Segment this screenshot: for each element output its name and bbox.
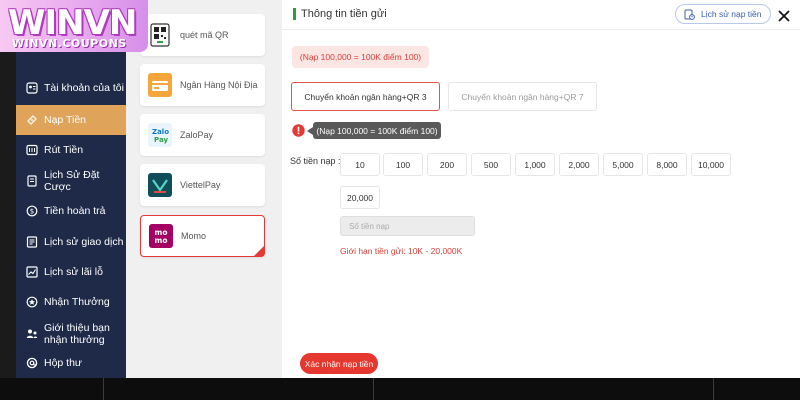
warning-icon: [292, 124, 305, 137]
amount-option[interactable]: 5,000: [603, 153, 643, 176]
panel-header: Thông tin tiền gửi Lịch sử nạp tiền: [282, 0, 800, 30]
bottom-strip: [0, 378, 800, 400]
deposit-history-button[interactable]: Lịch sử nạp tiền: [675, 4, 771, 24]
transaction-history-icon: [26, 236, 38, 248]
profit-loss-icon: [26, 266, 38, 278]
amount-option[interactable]: 20,000: [340, 186, 380, 209]
page-title: Thông tin tiền gửi: [301, 8, 387, 20]
amount-option[interactable]: 200: [427, 153, 467, 176]
sidebar-item-refund[interactable]: $ Tiền hoàn trả: [16, 201, 126, 221]
deposit-icon: [26, 114, 38, 126]
sidebar-item-label: Lịch sử giao dịch: [44, 236, 124, 248]
history-icon: [684, 9, 695, 20]
confirm-deposit-button[interactable]: Xác nhận nạp tiền: [300, 353, 378, 374]
amount-option[interactable]: 100: [383, 153, 423, 176]
logo-subtext: WINVN.COUPONS: [12, 37, 127, 50]
sidebar-item-profit-loss[interactable]: Lịch sử lãi lỗ: [16, 262, 126, 282]
method-domestic-bank[interactable]: Ngân Hàng Nội Địa: [140, 64, 265, 106]
bank-option-qr3[interactable]: Chuyển khoản ngân hàng+QR 3: [291, 82, 440, 111]
sidebar-item-label: Lịch Sử Đặt Cược: [44, 169, 100, 193]
sidebar-item-label: Tài khoản của tôi: [44, 82, 124, 94]
sidebar-item-deposit[interactable]: Nạp Tiền: [16, 105, 126, 135]
rate-tooltip: (Nạp 100,000 = 100K điểm 100): [307, 122, 441, 139]
payment-methods: quét mã QR Ngân Hàng Nội Địa Zalo Pay Zal…: [126, 0, 282, 378]
referral-icon: [26, 328, 38, 340]
rate-note: (Nạp 100,000 = 100K điểm 100): [292, 46, 429, 68]
amount-option[interactable]: 10,000: [691, 153, 731, 176]
amount-option[interactable]: 1,000: [515, 153, 555, 176]
zalopay-icon: Zalo Pay: [148, 123, 172, 147]
amount-option[interactable]: 10: [340, 153, 380, 176]
amount-option[interactable]: 2,000: [559, 153, 599, 176]
sidebar-item-label: Nhận Thưởng: [44, 296, 110, 308]
svg-text:$: $: [30, 208, 34, 216]
history-button-label: Lịch sử nạp tiền: [701, 9, 762, 19]
qr-icon: [148, 23, 172, 47]
sidebar-item-label: Lịch sử lãi lỗ: [44, 266, 103, 278]
deposit-panel: Thông tin tiền gửi Lịch sử nạp tiền (Nạp…: [282, 0, 800, 378]
sidebar-nav: Tài khoản của tôi Nạp Tiền Rút Tiền Lịch…: [16, 52, 126, 378]
method-qr[interactable]: quét mã QR: [140, 14, 265, 56]
sidebar-item-label: Nạp Tiền: [44, 114, 87, 126]
bet-history-icon: [26, 175, 38, 187]
withdraw-icon: [26, 144, 38, 156]
method-label: quét mã QR: [180, 30, 229, 40]
bank-icon: [148, 73, 172, 97]
amount-option[interactable]: 500: [471, 153, 511, 176]
sidebar-item-label: Hộp thư: [44, 357, 82, 369]
sidebar-item-label: Rút Tiền: [44, 144, 84, 156]
sidebar-item-reward[interactable]: Nhận Thưởng: [16, 292, 126, 312]
svg-text:mo: mo: [155, 236, 168, 245]
method-zalopay[interactable]: Zalo Pay ZaloPay: [140, 114, 265, 156]
viettelpay-icon: [148, 173, 172, 197]
svg-text:Pay: Pay: [154, 136, 168, 144]
close-icon[interactable]: [776, 8, 792, 24]
title-accent: [293, 8, 296, 20]
sidebar-item-mailbox[interactable]: Hộp thư: [16, 353, 126, 373]
sidebar-item-account[interactable]: Tài khoản của tôi: [16, 78, 126, 98]
sidebar-item-transaction-history[interactable]: Lịch sử giao dịch: [16, 232, 126, 252]
site-logo[interactable]: WINVN WINVN.COUPONS: [0, 0, 148, 52]
refund-icon: $: [26, 205, 38, 217]
method-viettelpay[interactable]: ViettelPay: [140, 164, 265, 206]
sidebar-item-label: Tiền hoàn trả: [44, 205, 106, 217]
amount-option[interactable]: 8,000: [647, 153, 687, 176]
svg-text:Zalo: Zalo: [152, 128, 169, 136]
sidebar-item-bet-history[interactable]: Lịch Sử Đặt Cược: [16, 169, 126, 193]
reward-icon: [26, 296, 38, 308]
method-label: Ngân Hàng Nội Địa: [180, 80, 258, 90]
momo-icon: mo mo: [149, 224, 173, 248]
deposit-limit: Giới hạn tiền gửi: 10K - 20,000K: [340, 246, 463, 256]
method-label: ZaloPay: [180, 130, 214, 140]
sidebar-item-withdraw[interactable]: Rút Tiền: [16, 140, 126, 160]
amount-input[interactable]: [340, 216, 475, 236]
method-momo[interactable]: mo mo Momo: [140, 215, 265, 257]
method-label: ViettelPay: [180, 180, 221, 190]
method-label: Momo: [181, 231, 207, 241]
mailbox-icon: [26, 357, 38, 369]
sidebar-item-referral[interactable]: Giới thiệu bạn nhận thưởng: [16, 320, 126, 348]
amount-label: Số tiền nạp :: [290, 156, 341, 166]
bank-option-qr7[interactable]: Chuyển khoản ngân hàng+QR 7: [448, 82, 597, 111]
sidebar-item-label: Giới thiệu bạn nhận thưởng: [44, 322, 110, 346]
account-icon: [26, 82, 38, 94]
